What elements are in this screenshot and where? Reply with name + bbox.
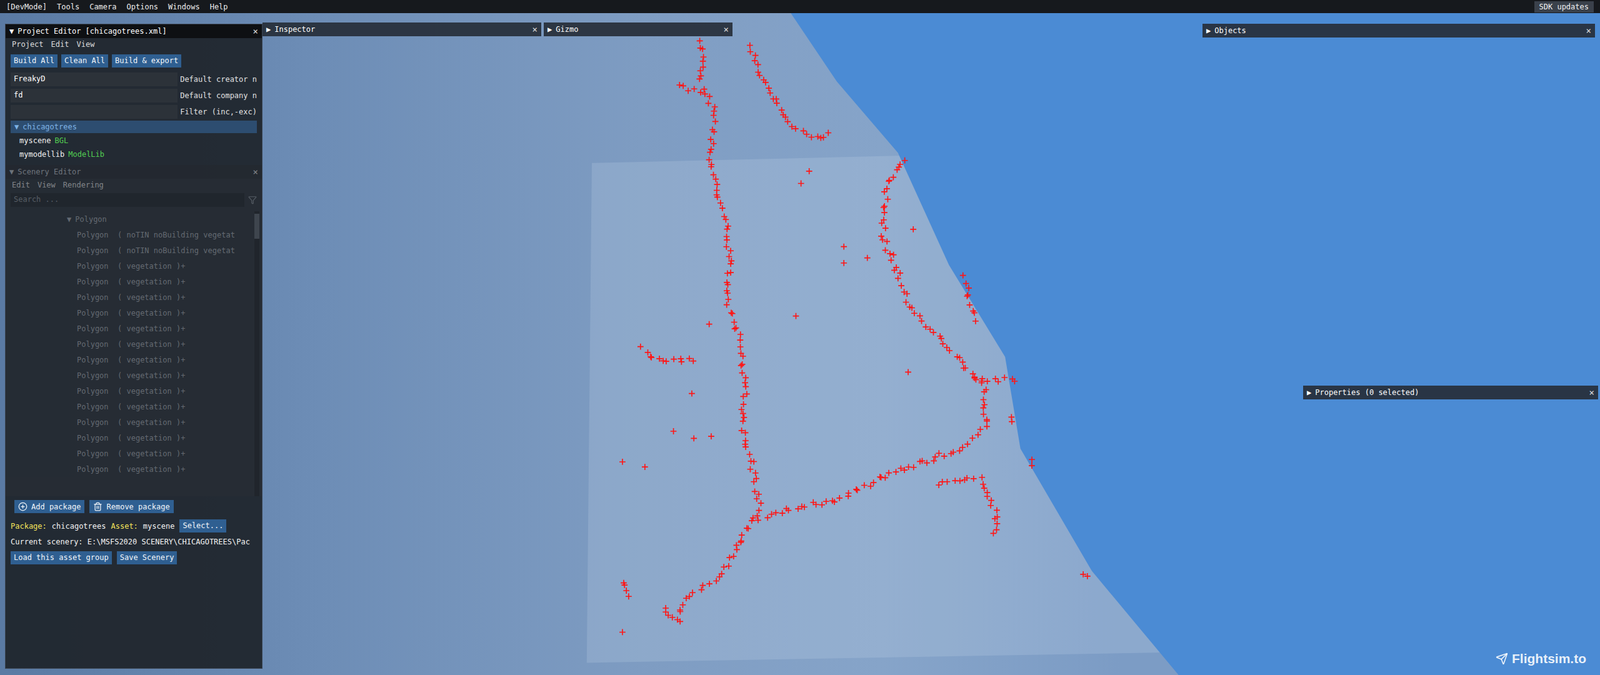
expand-icon[interactable]: ▼ [14,122,19,132]
project-editor-window[interactable]: ▼Project Editor [chicagotrees.xml]×Proje… [5,23,263,669]
close-button[interactable]: × [532,24,538,35]
close-button[interactable]: × [1589,387,1595,398]
tree-item[interactable]: mysceneBGL [10,134,257,147]
scenery-editor: ▼Scenery Editor×Edit View Rendering Search … [5,165,262,497]
polygon-row[interactable]: Polygon ( vegetation )+ [5,414,255,430]
sdk-updates-button[interactable]: SDK updates [1534,1,1594,13]
panel-header[interactable]: ▶Objects× [1202,23,1595,38]
polygon-row[interactable]: Polygon ( vegetation )+ [5,461,255,477]
current-scenery: Current scenery: E:\MSFS2020 SCENERY\CHI… [5,535,262,549]
field-row: fdDefault company n [5,87,262,104]
field-label: Filter (inc,-exc) [180,107,257,117]
polygon-row[interactable]: Polygon ( vegetation )+ [5,351,255,368]
polygon-row[interactable]: Polygon ( vegetation )+ [5,305,255,321]
field-row: Filter (inc,-exc) [5,103,262,120]
build-button[interactable]: Clean All [61,54,109,68]
text-field[interactable] [10,105,178,119]
polygon-row[interactable]: Polygon ( vegetation )+ [5,430,255,446]
trash-icon [93,501,103,512]
plus-circle-icon [18,501,28,512]
menu-item[interactable]: View [37,180,56,190]
build-button[interactable]: Build & export [111,54,182,68]
polygon-row[interactable]: Polygon ( vegetation )+ [5,258,255,274]
filter-icon[interactable] [248,195,257,205]
panel-header[interactable]: ▶Gizmo× [543,22,733,37]
expand-icon[interactable]: ▶ [1206,26,1211,35]
tree-item[interactable]: ▼chicagotrees [10,120,257,134]
scenery-editor-title-bar[interactable]: ▼Scenery Editor× [5,165,262,179]
field-label: Default creator n [180,75,257,84]
panel-header[interactable]: ▶Inspector× [262,22,542,37]
polygon-row[interactable]: Polygon ( vegetation )+ [5,320,255,337]
collapsed-panel[interactable]: ▶Gizmo× [543,22,733,37]
menu-item[interactable]: Camera [89,2,117,12]
expand-icon[interactable]: ▶ [266,25,271,34]
expand-icon[interactable]: ▶ [1306,388,1312,397]
scrollbar[interactable] [254,211,260,497]
menu-item[interactable]: View [76,40,95,49]
collapse-icon[interactable]: ▼ [9,26,14,36]
collapsed-panel[interactable]: ▶Properties (0 selected)× [1303,385,1599,400]
search-field[interactable]: Search ... [10,193,245,207]
dev-mode-screen: [DevMode] Tools Camera Options Windows Help SD… [0,0,1600,675]
polygon-row[interactable]: Polygon ( noTIN noBuilding vegetat [5,242,255,259]
text-field[interactable]: FreakyD [10,72,178,87]
build-toolbar: Build AllClean AllBuild & export [5,50,262,72]
window-title: Project Editor [chicagotrees.xml] [17,26,167,36]
menu-item[interactable]: Project [11,40,44,49]
panel-header[interactable]: ▶Properties (0 selected)× [1303,385,1599,400]
close-button[interactable]: × [253,26,259,37]
menu-bar: [DevMode] Tools Camera Options Windows Help SD… [0,0,1600,14]
expand-icon[interactable]: ▶ [547,25,552,34]
scenery-menu: Edit View Rendering [5,178,262,192]
scenery-action-button[interactable]: Load this asset group [10,551,112,565]
project-menu: Project Edit View [5,38,262,51]
polygon-row[interactable]: Polygon ( vegetation )+ [5,398,255,415]
search-row: Search ... [5,191,262,209]
remove-package-button[interactable]: Remove package [89,500,174,514]
polygon-row[interactable]: Polygon ( vegetation )+ [5,273,255,290]
menu-item[interactable]: Edit [11,180,30,190]
scrollbar-thumb[interactable] [254,213,260,239]
group-row[interactable]: ▼Polygon [5,211,255,227]
polygon-row[interactable]: Polygon ( vegetation )+ [5,445,255,462]
asset-type-tag: BGL [55,136,69,145]
select-button[interactable]: Select... [179,519,227,533]
close-button[interactable]: × [253,166,259,177]
scenery-actions: Load this asset group Save Scenery [5,548,262,567]
collapsed-panel[interactable]: ▶Inspector× [262,22,542,37]
scene-viewport[interactable]: ▼Project Editor [chicagotrees.xml]×Proje… [0,13,1600,675]
asset-type-tag: ModelLib [68,150,105,159]
package-line: Package:chicagotreesAsset:mysceneSelect.… [5,516,262,535]
expand-icon[interactable]: ▼ [66,215,72,224]
menu-item[interactable]: Windows [168,2,200,12]
object-list: ▼PolygonPolygon ( noTIN noBuilding veget… [5,208,262,497]
close-button[interactable]: × [723,24,729,35]
polygon-row[interactable]: Polygon ( vegetation )+ [5,336,255,352]
field-row: FreakyDDefault creator n [5,71,262,88]
watermark: Flightsim.to [1495,651,1587,667]
package-buttons: Add package Remove package [5,496,262,517]
menu-item[interactable]: Edit [51,40,70,49]
text-field[interactable]: fd [10,88,178,103]
add-package-button[interactable]: Add package [14,500,85,514]
paper-plane-icon [1495,652,1509,665]
menu-item[interactable]: Rendering [63,180,104,190]
close-button[interactable]: × [1586,25,1592,36]
menu-item[interactable]: Tools [56,2,80,12]
menu-item[interactable]: [DevMode] [6,2,47,12]
polygon-row[interactable]: Polygon ( vegetation )+ [5,383,255,399]
collapsed-panel[interactable]: ▶Objects× [1202,23,1595,38]
collapse-icon[interactable]: ▼ [9,167,14,177]
tree-item[interactable]: mymodellibModelLib [10,148,257,161]
field-label: Default company n [180,91,257,100]
polygon-row[interactable]: Polygon ( vegetation )+ [5,367,255,384]
menu-item[interactable]: Help [210,2,229,12]
polygon-row[interactable]: Polygon ( noTIN noBuilding vegetat [5,226,255,243]
polygon-row[interactable]: Polygon ( vegetation )+ [5,289,255,305]
build-button[interactable]: Build All [10,54,58,68]
menu-item[interactable]: Options [126,2,159,12]
project-editor-title-bar[interactable]: ▼Project Editor [chicagotrees.xml] × [5,24,262,39]
scenery-action-button[interactable]: Save Scenery [116,551,178,565]
